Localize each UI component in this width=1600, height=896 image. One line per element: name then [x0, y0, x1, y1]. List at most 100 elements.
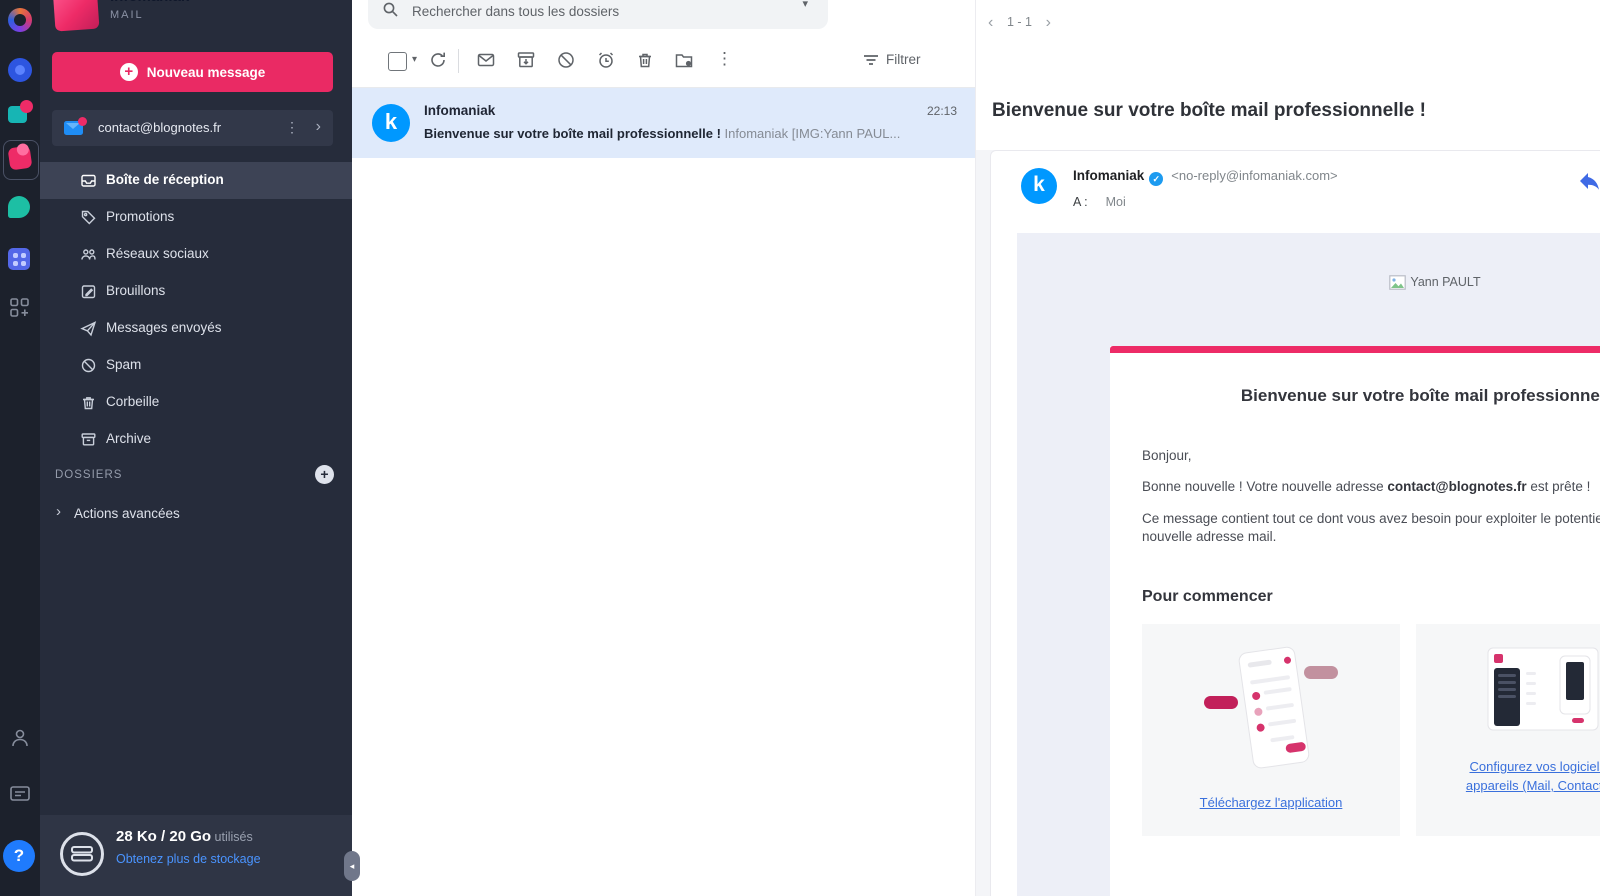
sidebar-item-inbox[interactable]: Boîte de réception — [40, 162, 352, 199]
search-input[interactable] — [410, 0, 744, 24]
filter-icon[interactable] — [862, 52, 880, 68]
search-scope-caret-icon[interactable]: ▾ — [802, 0, 808, 10]
email-paragraph-2: Ce message contient tout ce dont vous av… — [1142, 510, 1600, 546]
to-row: A :Moi — [1073, 193, 1126, 211]
download-app-card: Téléchargez l'application — [1142, 624, 1400, 836]
notification-dot-icon — [20, 100, 33, 113]
configure-devices-card: Configurez vos logiciels et appareils (M… — [1416, 624, 1600, 836]
feedback-icon[interactable] — [8, 782, 32, 806]
all-apps-icon[interactable] — [8, 296, 32, 320]
plus-icon: + — [120, 63, 138, 81]
email-content-card: Bienvenue sur votre boîte mail professio… — [1110, 346, 1600, 896]
folder-label: Archive — [106, 431, 151, 446]
sidebar-item-social[interactable]: Réseaux sociaux — [40, 236, 352, 273]
verified-badge-icon: ✓ — [1149, 172, 1163, 186]
email-paragraph-1: Bonne nouvelle ! Votre nouvelle adresse … — [1142, 479, 1590, 494]
configure-devices-link[interactable]: Configurez vos logiciels et appareils (M… — [1416, 758, 1600, 796]
move-to-folder-icon[interactable] — [674, 50, 694, 70]
mail-subject-line: Bienvenue sur votre boîte mail professio… — [424, 126, 954, 141]
product-label: MAIL — [110, 9, 144, 21]
folder-label: Messages envoyés — [106, 320, 222, 335]
phone-illustration — [1142, 638, 1400, 783]
message-thread-area: k Infomaniak ✓ <no-reply@infomaniak.com> A… — [976, 150, 1600, 896]
download-app-link[interactable]: Téléchargez l'application — [1142, 795, 1400, 810]
sidebar-item-sent[interactable]: Messages envoyés — [40, 310, 352, 347]
chevron-right-icon: › — [56, 503, 61, 520]
email-html-body: Yann PAULT Bienvenue sur votre boîte mai… — [1017, 233, 1600, 896]
add-folder-button[interactable]: + — [315, 465, 334, 484]
infomaniak-mail-app: ? Infomaniak MAIL + Nouveau message cont… — [0, 0, 1600, 896]
more-actions-icon[interactable]: ⋮ — [716, 49, 733, 69]
folder-label: Brouillons — [106, 283, 165, 298]
pagination-label: 1 - 1 — [1007, 15, 1032, 29]
storage-panel: 28 Ko / 20 Go utilisés Obtenez plus de s… — [40, 815, 352, 896]
kchat-app-icon[interactable] — [8, 196, 30, 218]
broken-image-icon — [1389, 275, 1406, 290]
tag-icon — [80, 209, 97, 226]
sidebar-item-drafts[interactable]: Brouillons — [40, 273, 352, 310]
snooze-alarm-icon[interactable] — [596, 50, 616, 70]
message-list-pane: ▾ ▾ — [352, 0, 975, 896]
broken-image-label: Yann PAULT — [1410, 275, 1480, 289]
account-more-icon[interactable]: ⋮ — [285, 119, 299, 136]
previous-page-icon[interactable]: ‹ — [988, 14, 993, 31]
message-card: k Infomaniak ✓ <no-reply@infomaniak.com> A… — [990, 150, 1600, 896]
people-icon — [80, 246, 97, 263]
inbox-icon — [80, 172, 97, 189]
delete-icon[interactable] — [635, 50, 655, 70]
archive-box-icon — [80, 431, 97, 448]
mail-subject: Bienvenue sur votre boîte mail professio… — [424, 126, 721, 141]
account-chevron-icon[interactable]: › — [316, 118, 321, 136]
pagination: ‹ 1 - 1 › — [988, 14, 1051, 32]
folder-label: Réseaux sociaux — [106, 246, 209, 261]
select-caret-icon[interactable]: ▾ — [412, 54, 417, 65]
spam-icon[interactable] — [556, 50, 576, 70]
sender-avatar: k — [1021, 168, 1057, 204]
sidebar-item-promotions[interactable]: Promotions — [40, 199, 352, 236]
mail-preview: Infomaniak [IMG:Yann PAUL... — [721, 126, 900, 141]
email-section-title: Pour commencer — [1142, 588, 1273, 606]
devices-illustration — [1416, 638, 1600, 768]
account-unread-dot-icon — [78, 117, 87, 126]
home-app-icon[interactable] — [8, 8, 32, 32]
mail-list-item-selected[interactable]: k Infomaniak 22:13 Bienvenue sur votre b… — [352, 88, 975, 158]
from-row: Infomaniak ✓ <no-reply@infomaniak.com> — [1073, 167, 1338, 186]
mail-sender: Infomaniak — [424, 103, 495, 118]
paper-plane-icon — [80, 320, 97, 337]
help-bubble-icon[interactable]: ? — [3, 840, 35, 872]
broken-image-placeholder: Yann PAULT — [1110, 275, 1600, 290]
sender-avatar: k — [372, 104, 410, 142]
mail-notification-app-icon[interactable] — [8, 102, 32, 126]
storage-usage-suffix: utilisés — [211, 830, 253, 844]
new-message-label: Nouveau message — [147, 65, 266, 80]
folder-label: Spam — [106, 357, 141, 372]
sidebar-collapse-handle[interactable]: ◂ — [344, 851, 360, 881]
mark-read-icon[interactable] — [476, 50, 496, 70]
workspace-app-icon[interactable] — [8, 248, 30, 270]
from-name: Infomaniak — [1073, 168, 1144, 183]
reply-icon[interactable] — [1578, 169, 1600, 193]
account-selector[interactable]: contact@blognotes.fr ⋮ › — [52, 110, 333, 146]
infomaniak-wordmark: Infomaniak — [110, 0, 189, 5]
select-all-checkbox[interactable] — [388, 52, 407, 71]
kdrive-app-icon[interactable] — [8, 58, 32, 82]
email-address-bold: contact@blognotes.fr — [1387, 479, 1526, 494]
new-message-button[interactable]: + Nouveau message — [52, 52, 333, 92]
archive-icon[interactable] — [516, 50, 536, 70]
sidebar-item-spam[interactable]: Spam — [40, 347, 352, 384]
sidebar-item-trash[interactable]: Corbeille — [40, 384, 352, 421]
filter-button[interactable]: Filtrer — [886, 52, 921, 67]
refresh-icon[interactable] — [428, 50, 448, 70]
folders-section-label: DOSSIERS — [55, 469, 122, 481]
search-bar[interactable]: ▾ — [368, 0, 828, 29]
next-page-icon[interactable]: › — [1046, 14, 1051, 31]
mail-sidebar: Infomaniak MAIL + Nouveau message contac… — [40, 0, 352, 896]
get-more-storage-link[interactable]: Obtenez plus de stockage — [116, 852, 261, 866]
from-email: <no-reply@infomaniak.com> — [1171, 168, 1337, 183]
mail-active-app-icon[interactable] — [8, 146, 33, 171]
support-contact-icon[interactable] — [8, 726, 32, 750]
folders-section: DOSSIERS + — [40, 458, 352, 494]
advanced-actions-toggle[interactable]: › Actions avancées — [40, 496, 352, 532]
draft-pencil-icon — [80, 283, 97, 300]
sidebar-item-archive[interactable]: Archive — [40, 421, 352, 458]
